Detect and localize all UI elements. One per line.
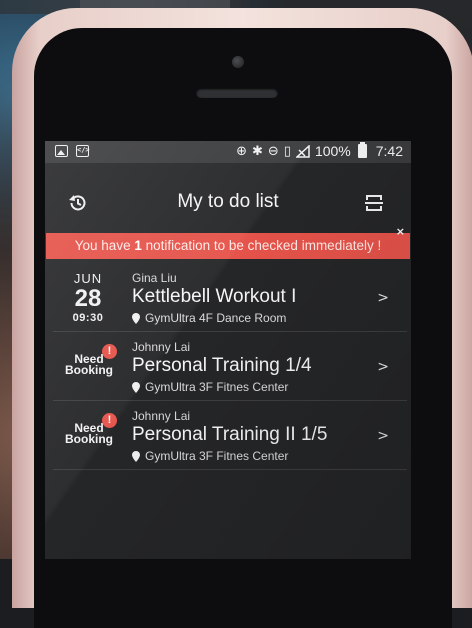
battery-icon	[357, 142, 367, 158]
list-item[interactable]: JUN 28 09:30 Gina Liu Kettlebell Workout…	[53, 263, 407, 332]
notification-count: 1	[134, 238, 142, 253]
image-icon	[55, 145, 68, 157]
class-title: Personal Training 1/4	[132, 355, 312, 376]
location-pin-icon	[132, 450, 140, 462]
signal-icon	[295, 144, 310, 158]
location-text: GymUltra 3F Fitnes Center	[145, 449, 289, 463]
need-booking-status: ! Need Booking	[59, 344, 119, 377]
location-text: GymUltra 3F Fitnes Center	[145, 380, 289, 394]
bluetooth-icon: ✱	[251, 143, 263, 159]
class-title: Personal Training II 1/5	[132, 424, 328, 445]
notification-banner[interactable]: You have 1 notification to be checked im…	[46, 225, 410, 259]
trainer-name: Johnny Lai	[132, 409, 191, 423]
list-item[interactable]: ! Need Booking Johnny Lai Personal Train…	[53, 332, 407, 401]
todo-list: JUN 28 09:30 Gina Liu Kettlebell Workout…	[53, 263, 407, 470]
alert-badge-icon: !	[102, 413, 117, 428]
app-header: My to do list	[45, 163, 411, 233]
location-pin-icon	[132, 312, 140, 324]
alert-badge-icon: !	[102, 344, 117, 359]
chevron-right-icon[interactable]: >	[377, 290, 389, 306]
trainer-name: Johnny Lai	[132, 340, 191, 354]
front-camera	[232, 56, 244, 68]
scan-icon[interactable]	[363, 192, 385, 214]
app-screen: </> ⊕ ✱ ⊖ ▯ 100% 7:42 My to do list You …	[45, 141, 411, 559]
class-title: Kettlebell Workout I	[132, 286, 297, 307]
date-time: 09:30	[72, 312, 104, 324]
close-icon[interactable]: ×	[396, 225, 405, 238]
status-line-2: Booking	[65, 363, 113, 377]
code-icon: </>	[76, 145, 90, 157]
battery-percent: 100%	[314, 143, 351, 159]
notification-suffix: notification to be checked immediately !	[141, 238, 382, 253]
do-not-disturb-icon: ⊖	[267, 143, 279, 159]
earpiece-speaker	[196, 88, 278, 98]
clock: 7:42	[375, 143, 403, 159]
trainer-name: Gina Liu	[132, 271, 177, 285]
chevron-right-icon[interactable]: >	[377, 359, 389, 375]
date-block: JUN 28 09:30	[53, 271, 123, 324]
location-text: GymUltra 4F Dance Room	[145, 311, 287, 325]
data-saver-icon: ⊕	[236, 143, 247, 159]
notification-prefix: You have	[74, 238, 135, 253]
status-line-2: Booking	[65, 432, 113, 446]
page-title: My to do list	[177, 191, 279, 212]
status-bar: </> ⊕ ✱ ⊖ ▯ 100% 7:42	[45, 141, 411, 163]
need-booking-status: ! Need Booking	[59, 413, 119, 446]
chevron-right-icon[interactable]: >	[377, 428, 389, 444]
list-item[interactable]: ! Need Booking Johnny Lai Personal Train…	[53, 401, 407, 470]
location-pin-icon	[132, 381, 140, 393]
background-monitor-label	[80, 0, 230, 8]
no-sim-icon: ▯	[283, 143, 291, 159]
date-month: JUN	[73, 271, 103, 286]
date-day: 28	[74, 285, 102, 312]
